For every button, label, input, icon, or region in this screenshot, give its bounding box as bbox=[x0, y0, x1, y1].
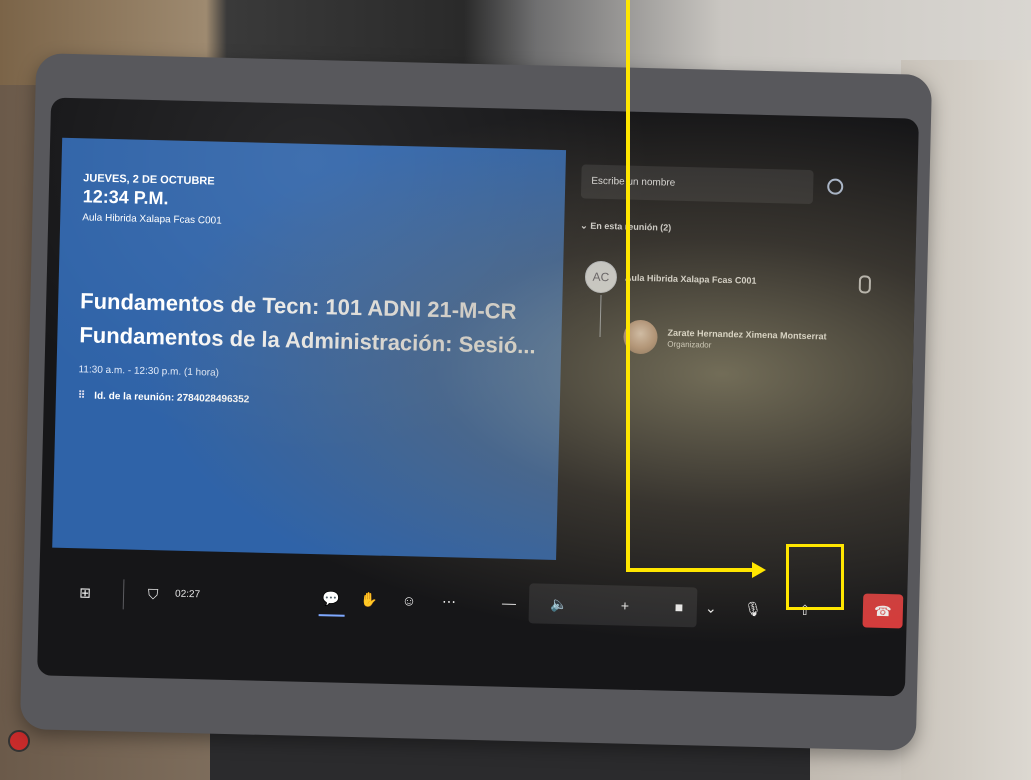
annotation-highlight-box bbox=[786, 544, 844, 610]
participants-panel: Escribe un nombre ⌄ En esta reunión (2) … bbox=[560, 150, 910, 578]
chat-active-indicator bbox=[318, 614, 345, 617]
search-icon[interactable] bbox=[827, 178, 844, 195]
power-button[interactable] bbox=[8, 730, 30, 752]
meeting-info-panel: JUEVES, 2 DE OCTUBRE 12:34 P.M. Aula Hib… bbox=[52, 137, 567, 560]
search-placeholder: Escribe un nombre bbox=[591, 175, 676, 189]
meeting-title-line2: Fundamentos de la Administración: Sesió.… bbox=[79, 322, 536, 359]
meeting-title-line1: Fundamentos de Tecn: 101 ADNI 21-M-CR bbox=[79, 288, 517, 324]
toolbar-divider bbox=[122, 579, 125, 610]
mic-icon bbox=[858, 275, 872, 294]
chat-icon[interactable]: 💬 bbox=[317, 584, 346, 613]
meeting-date: JUEVES, 2 DE OCTUBRE bbox=[83, 172, 215, 188]
grid-icon[interactable]: ⊞ bbox=[71, 578, 100, 607]
mic-icon[interactable]: 🎙 bbox=[739, 594, 768, 623]
chevron-down-icon[interactable]: ⌄ bbox=[697, 593, 726, 622]
volume-up-icon[interactable]: + bbox=[611, 591, 640, 620]
shield-icon[interactable]: ⛉ bbox=[139, 580, 168, 609]
meeting-time: 12:34 P.M. bbox=[82, 186, 169, 209]
search-input[interactable]: Escribe un nombre bbox=[580, 164, 844, 205]
participant-role: Organizador bbox=[667, 339, 712, 350]
more-icon[interactable]: ⋯ bbox=[435, 587, 464, 616]
dialpad-icon: ⠿ bbox=[77, 390, 87, 402]
hang-up-button[interactable]: ☎ bbox=[862, 593, 904, 629]
speaker-icon[interactable]: 🔈 bbox=[545, 590, 574, 619]
avatar: AC bbox=[584, 260, 618, 294]
participant-name: Aula Hibrida Xalapa Fcas C001 bbox=[624, 272, 757, 286]
meeting-id: Id. de la reunión: 2784028496352 bbox=[94, 390, 250, 406]
camera-icon[interactable]: ■ bbox=[665, 593, 694, 622]
annotation-line bbox=[626, 0, 630, 570]
annotation-line bbox=[626, 568, 754, 572]
hang-up-icon: ☎ bbox=[873, 602, 892, 619]
participant-connector bbox=[599, 294, 602, 337]
annotation-arrow bbox=[752, 562, 766, 578]
emoji-icon[interactable]: ☺ bbox=[395, 586, 424, 615]
participant-organizer[interactable]: Zarate Hernandez Ximena Montserrat Organ… bbox=[623, 319, 827, 359]
volume-down-icon[interactable]: — bbox=[495, 588, 524, 617]
participant-room[interactable]: AC Aula Hibrida Xalapa Fcas C001 bbox=[584, 260, 757, 297]
meeting-time-slot: 11:30 a.m. - 12:30 p.m. (1 hora) bbox=[78, 364, 220, 379]
room-name: Aula Hibrida Xalapa Fcas C001 bbox=[82, 212, 222, 227]
meeting-id-row: ⠿ Id. de la reunión: 2784028496352 bbox=[78, 390, 250, 405]
meeting-timer: 02:27 bbox=[174, 588, 201, 601]
raise-hand-icon[interactable]: ✋ bbox=[355, 585, 384, 614]
